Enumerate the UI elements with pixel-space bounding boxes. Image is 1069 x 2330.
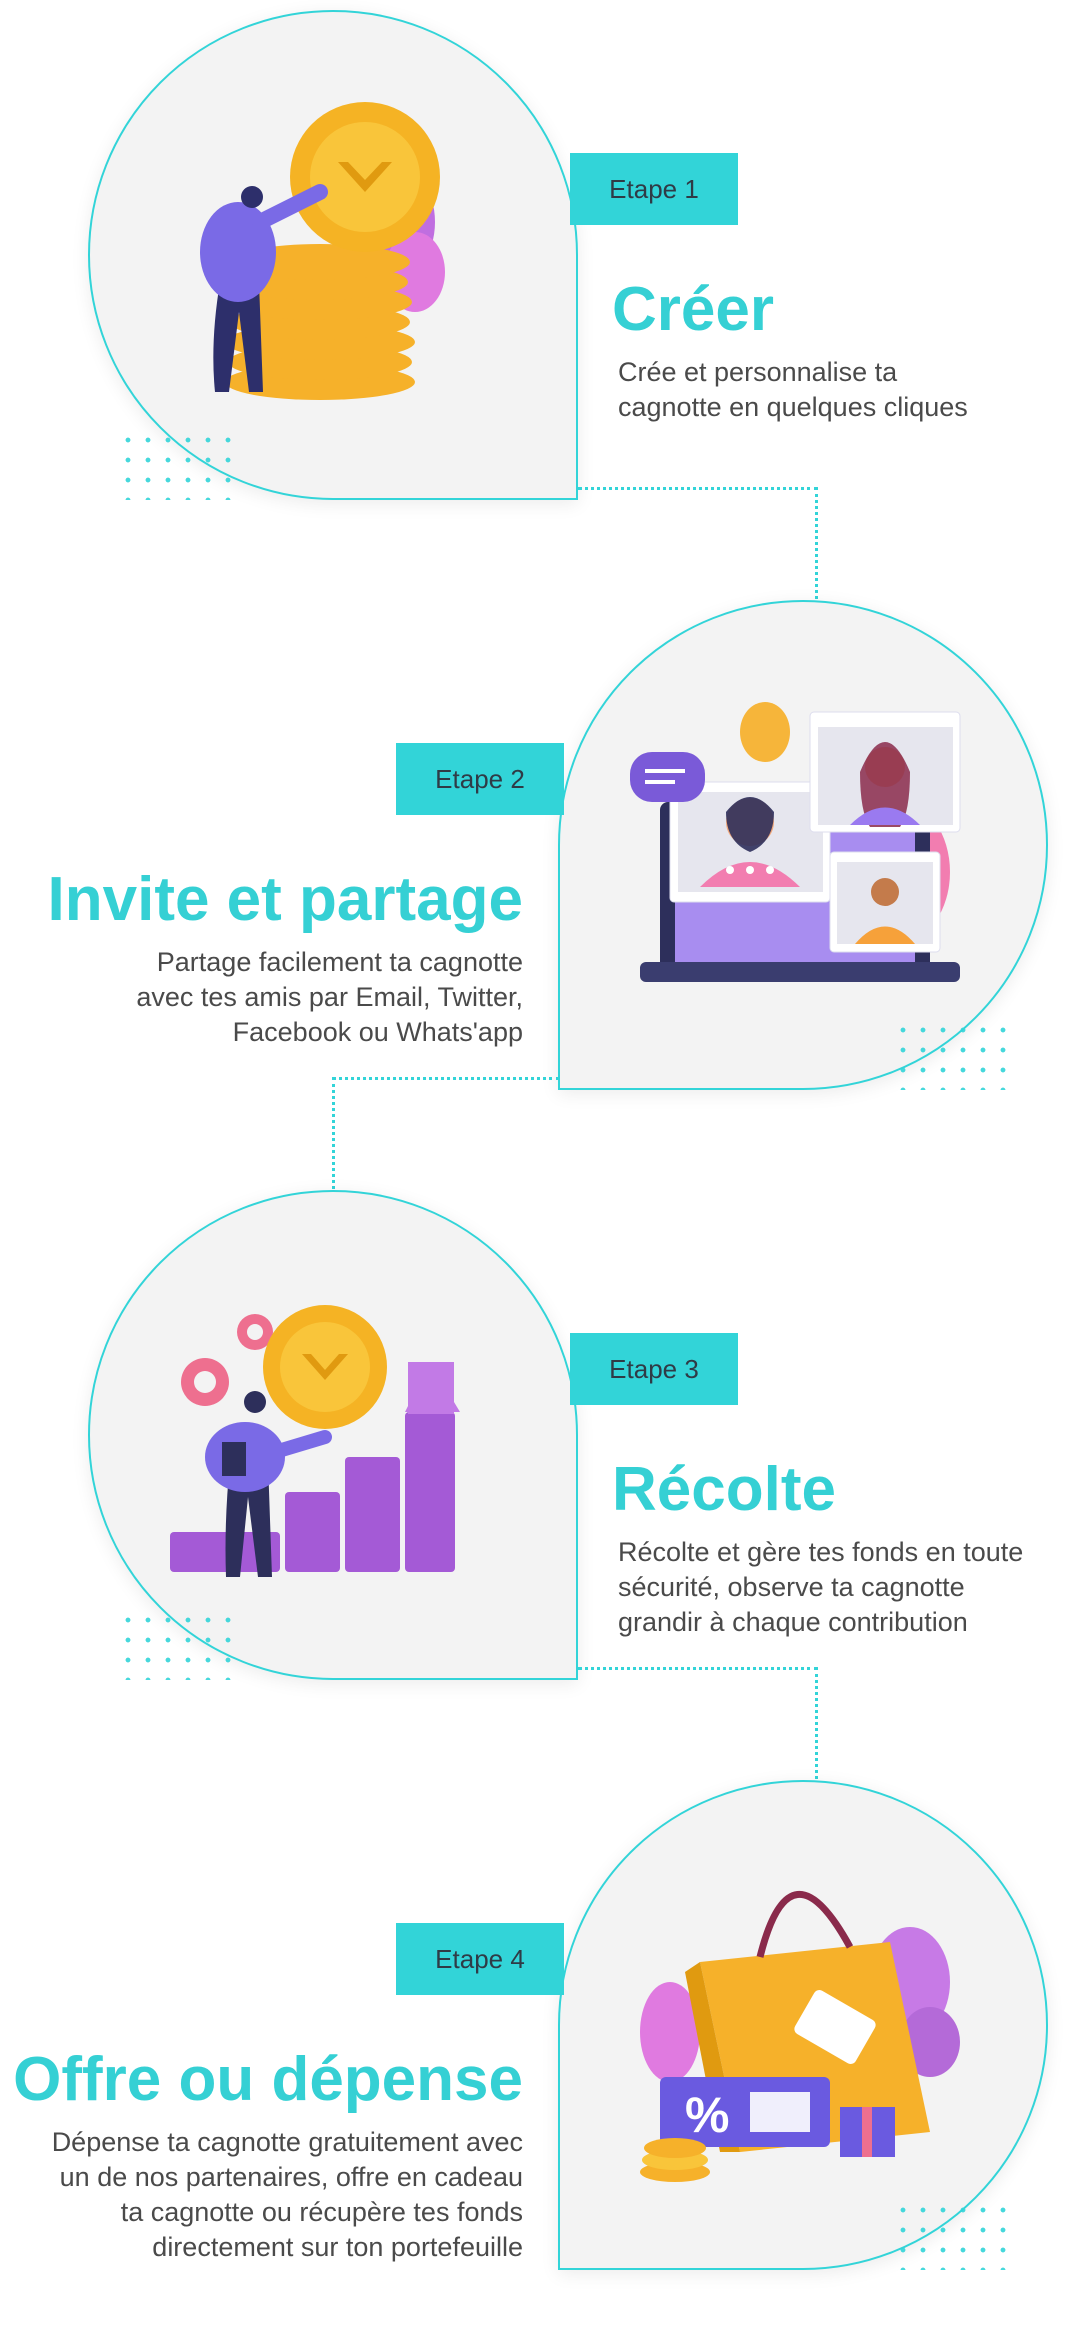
connector-3-v [815,1667,818,1779]
connector-2-v [332,1077,335,1189]
step-1: Etape 1 Créer Crée et personnalise ta ca… [0,0,1069,560]
step-2-tag: Etape 2 [396,743,564,815]
growth-chart-illustration-icon [170,1305,460,1577]
decor-dots [118,430,238,500]
connector-2-h [332,1077,560,1080]
step-1-illustration-card [88,10,578,500]
step-1-description: Crée et personnalise ta cagnotte en quel… [618,357,968,422]
step-1-title: Créer [612,275,774,344]
step-1-tag: Etape 1 [570,153,738,225]
step-4: % Etape 4 Offre ou dépense Dépense ta ca… [0,1770,1069,2330]
step-3-title: Récolte [612,1455,836,1524]
step-2: Etape 2 Invite et partage Partage facile… [0,590,1069,1150]
step-3: Etape 3 Récolte Récolte et gère tes fond… [0,1180,1069,1740]
step-2-illustration-card [558,600,1048,1090]
step-3-tag: Etape 3 [570,1333,738,1405]
decor-dots [118,1610,238,1680]
step-4-tag: Etape 4 [396,1923,564,1995]
shopping-illustration-icon: % [640,1890,960,2182]
step-2-description: Partage facilement ta cagnotte avec tes … [136,947,523,1047]
video-chat-illustration-icon [630,702,961,982]
step-4-title: Offre ou dépense [13,2045,523,2114]
svg-text:%: % [685,2087,729,2143]
decor-dots [893,2200,1013,2270]
step-4-description: Dépense ta cagnotte gratuitement avec un… [51,2127,523,2262]
coins-illustration-icon [200,102,445,400]
step-2-title: Invite et partage [47,865,523,934]
step-3-illustration-card [88,1190,578,1680]
step-3-description: Récolte et gère tes fonds en toute sécur… [618,1537,1024,1637]
decor-dots [893,1020,1013,1090]
connector-1-v [815,487,818,599]
step-4-illustration-card: % [558,1780,1048,2270]
connector-3-h [578,1667,818,1670]
connector-1-h [578,487,818,490]
